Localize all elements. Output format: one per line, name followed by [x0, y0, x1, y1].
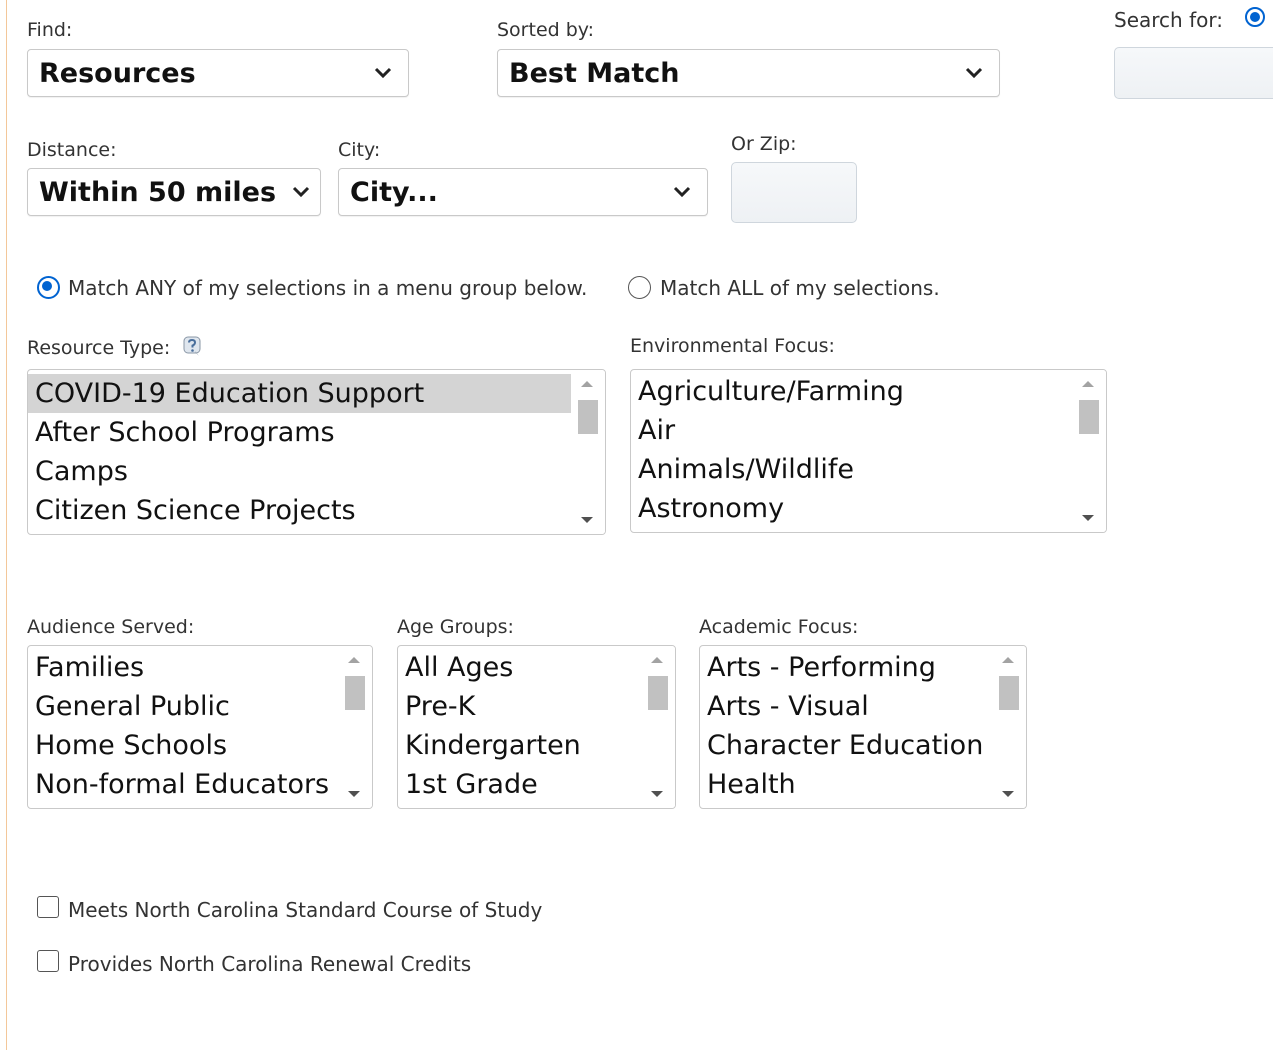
chevron-down-icon — [965, 67, 983, 79]
list-option[interactable]: Astronomy — [631, 489, 1072, 528]
list-option[interactable]: Arts - Visual — [700, 687, 992, 726]
find-select[interactable]: Resources — [27, 49, 409, 97]
match-all-radio[interactable] — [628, 276, 651, 299]
list-option[interactable]: Pre-K — [398, 687, 641, 726]
scrollbar[interactable] — [571, 370, 605, 534]
scroll-down-arrow-icon[interactable] — [581, 517, 593, 523]
find-label: Find: — [27, 19, 73, 41]
chevron-down-icon — [374, 67, 392, 79]
distance-label: Distance: — [27, 139, 117, 161]
scroll-down-arrow-icon[interactable] — [348, 791, 360, 797]
age-groups-label: Age Groups: — [397, 616, 514, 638]
scrollbar[interactable] — [1072, 370, 1106, 532]
match-any-label: Match ANY of my selections in a menu gro… — [68, 276, 588, 300]
city-select-value: City... — [350, 176, 438, 208]
scroll-down-arrow-icon[interactable] — [651, 791, 663, 797]
scrollbar-thumb[interactable] — [648, 676, 668, 710]
scrollbar-thumb[interactable] — [578, 400, 598, 434]
list-option[interactable]: Animals/Wildlife — [631, 450, 1072, 489]
list-option[interactable]: Arts - Performing — [700, 648, 992, 687]
academic-focus-label: Academic Focus: — [699, 616, 859, 638]
zip-input[interactable] — [731, 162, 857, 223]
scroll-up-arrow-icon[interactable] — [651, 657, 663, 663]
list-option[interactable]: Families — [28, 648, 338, 687]
resource-type-heading: Resource Type: — [27, 335, 203, 359]
list-option[interactable]: After School Programs — [28, 413, 571, 452]
scrollbar-thumb[interactable] — [345, 676, 365, 710]
audience-served-list[interactable]: Families General Public Home Schools Non… — [27, 645, 373, 809]
academic-focus-list[interactable]: Arts - Performing Arts - Visual Characte… — [699, 645, 1027, 809]
scrollbar-thumb[interactable] — [999, 676, 1019, 710]
search-input[interactable] — [1114, 47, 1273, 99]
scrollbar[interactable] — [338, 646, 372, 808]
list-option[interactable]: Air — [631, 411, 1072, 450]
help-question-icon[interactable] — [181, 335, 203, 357]
scroll-up-arrow-icon[interactable] — [1082, 381, 1094, 387]
audience-served-label: Audience Served: — [27, 616, 195, 638]
scrollbar[interactable] — [992, 646, 1026, 808]
list-option[interactable]: All Ages — [398, 648, 641, 687]
nc-renewal-checkbox[interactable] — [37, 950, 59, 972]
scroll-down-arrow-icon[interactable] — [1002, 791, 1014, 797]
scroll-down-arrow-icon[interactable] — [1082, 515, 1094, 521]
list-option[interactable]: Non-formal Educators — [28, 765, 338, 804]
list-option[interactable]: 1st Grade — [398, 765, 641, 804]
nc-renewal-label: Provides North Carolina Renewal Credits — [68, 952, 472, 976]
environmental-focus-list[interactable]: Agriculture/Farming Air Animals/Wildlife… — [630, 369, 1107, 533]
age-groups-list[interactable]: All Ages Pre-K Kindergarten 1st Grade — [397, 645, 676, 809]
list-option[interactable]: Camps — [28, 452, 571, 491]
list-option[interactable]: Health — [700, 765, 992, 804]
search-label: Search for: — [1114, 8, 1223, 32]
scrollbar-thumb[interactable] — [1079, 400, 1099, 434]
list-option[interactable]: COVID-19 Education Support — [28, 374, 571, 413]
scrollbar[interactable] — [641, 646, 675, 808]
city-label: City: — [338, 139, 381, 161]
list-option[interactable]: Citizen Science Projects — [28, 491, 571, 530]
scroll-up-arrow-icon[interactable] — [581, 381, 593, 387]
nc-standard-checkbox[interactable] — [37, 896, 59, 918]
scroll-up-arrow-icon[interactable] — [348, 657, 360, 663]
sorted-select[interactable]: Best Match — [497, 49, 1000, 97]
list-option[interactable]: Character Education — [700, 726, 992, 765]
list-option[interactable]: Kindergarten — [398, 726, 641, 765]
distance-select-value: Within 50 miles — [39, 176, 277, 208]
chevron-down-icon — [673, 186, 691, 198]
list-option[interactable]: Agriculture/Farming — [631, 372, 1072, 411]
match-all-label: Match ALL of my selections. — [660, 276, 940, 300]
resource-type-label: Resource Type: — [27, 337, 171, 359]
city-select[interactable]: City... — [338, 168, 708, 216]
distance-select[interactable]: Within 50 miles — [27, 168, 321, 216]
scroll-up-arrow-icon[interactable] — [1002, 657, 1014, 663]
search-type-radio[interactable] — [1245, 7, 1265, 27]
environmental-focus-label: Environmental Focus: — [630, 335, 835, 357]
list-option[interactable]: General Public — [28, 687, 338, 726]
find-select-value: Resources — [39, 57, 196, 89]
nc-standard-label: Meets North Carolina Standard Course of … — [68, 898, 543, 922]
sorted-select-value: Best Match — [509, 57, 680, 89]
match-any-radio[interactable] — [37, 276, 60, 299]
chevron-down-icon — [292, 186, 310, 198]
left-border — [6, 0, 7, 1050]
zip-label: Or Zip: — [731, 133, 797, 155]
sorted-label: Sorted by: — [497, 19, 595, 41]
resource-type-list[interactable]: COVID-19 Education Support After School … — [27, 369, 606, 535]
list-option[interactable]: Home Schools — [28, 726, 338, 765]
